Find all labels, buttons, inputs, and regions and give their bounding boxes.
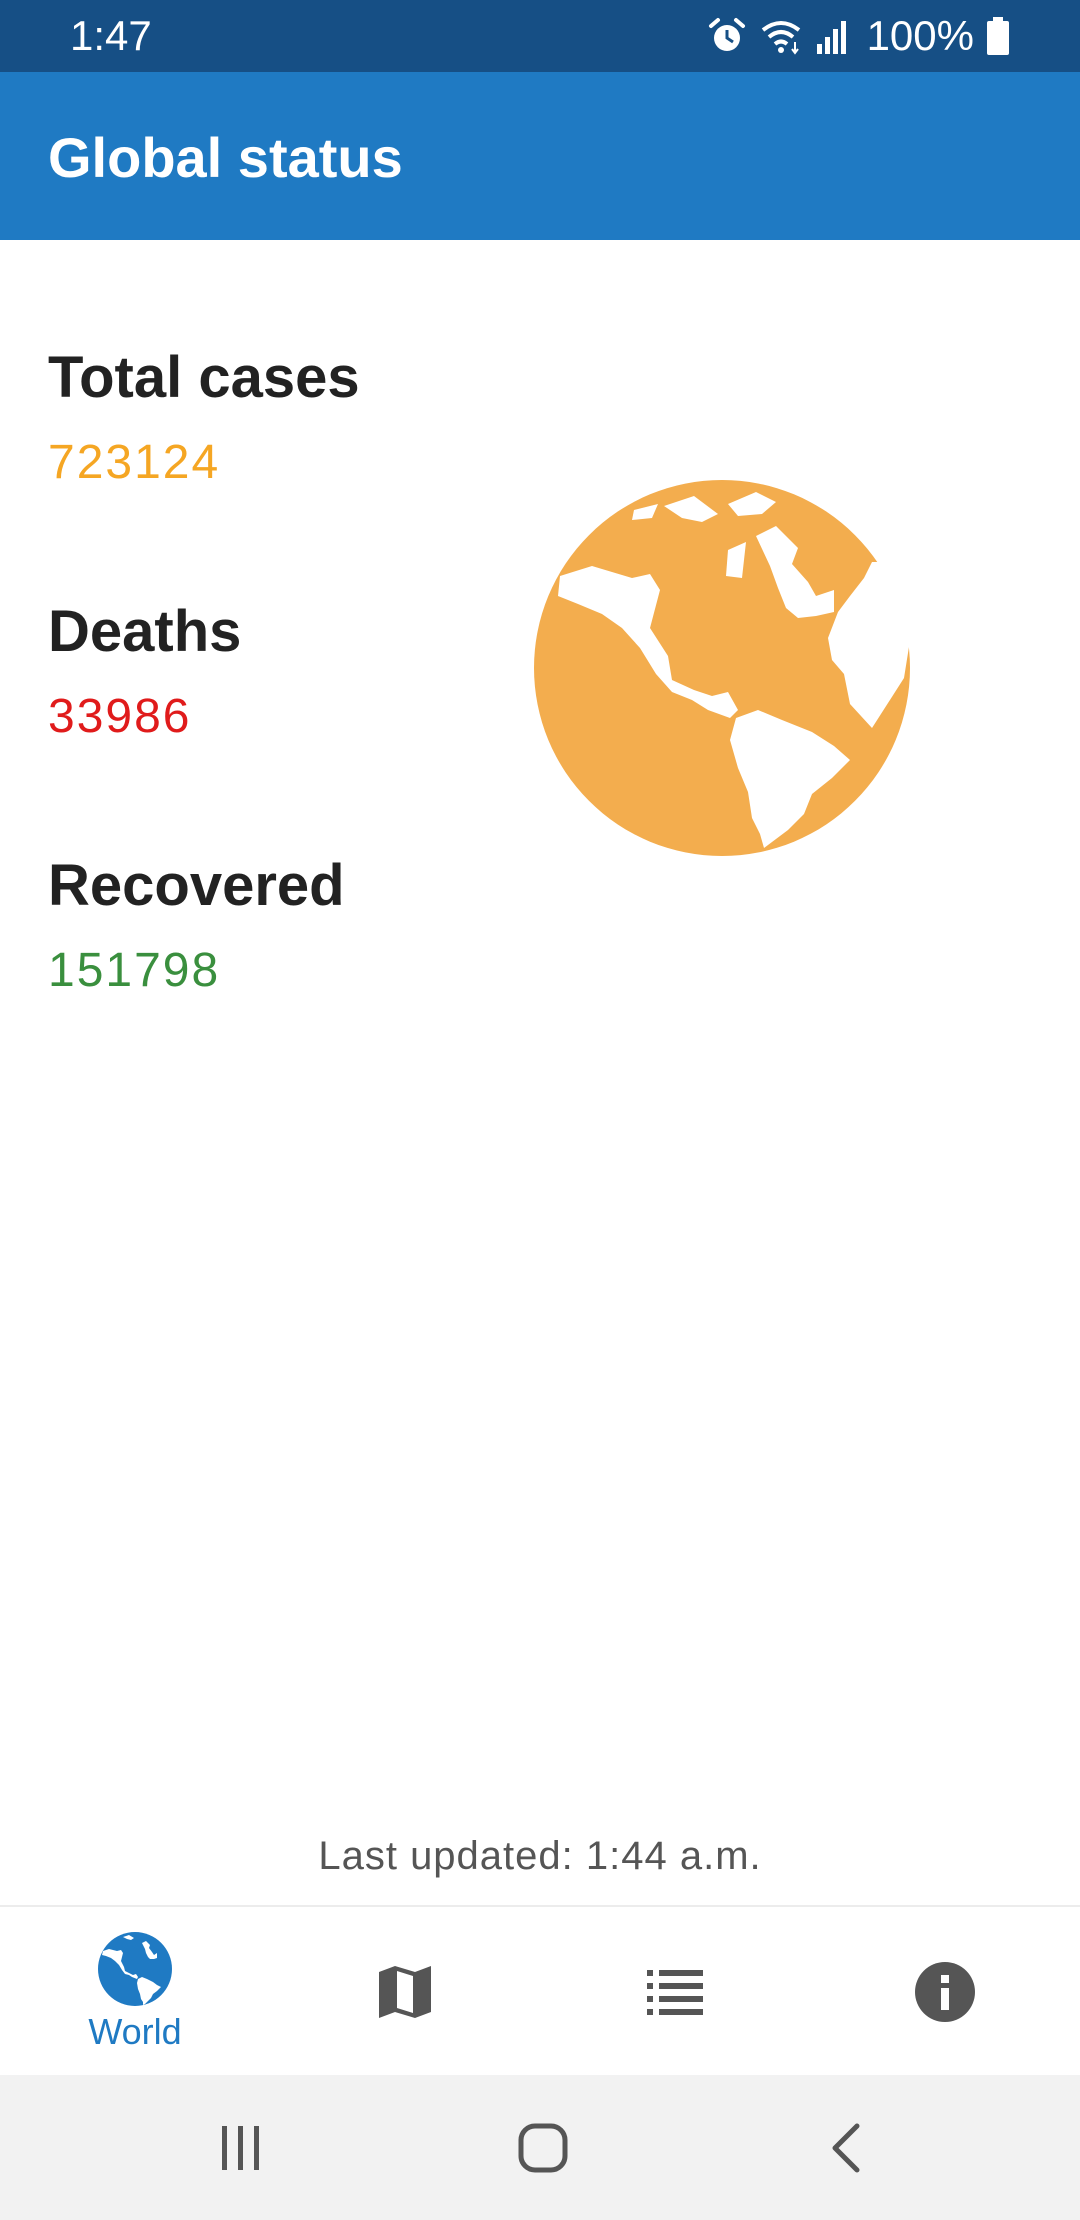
list-icon (647, 1970, 703, 2015)
nav-item-world[interactable]: World (0, 1907, 270, 2077)
deaths-label: Deaths (48, 599, 242, 664)
app-bar: Global status (0, 72, 1080, 240)
status-icons: 100% (707, 12, 1010, 60)
page-title: Global status (48, 126, 403, 189)
signal-icon (816, 21, 846, 54)
alarm-icon (708, 18, 745, 51)
status-bar: 1:47 100% (0, 0, 1080, 72)
deaths-value: 33986 (48, 690, 192, 743)
last-updated-text: Last updated: 1:44 a.m. (318, 1834, 762, 1878)
nav-item-info[interactable] (810, 1907, 1080, 2077)
nav-item-list[interactable] (540, 1907, 810, 2077)
home-button[interactable] (483, 2075, 603, 2220)
map-icon (379, 1966, 431, 2018)
total-cases-value: 723124 (48, 436, 221, 489)
globe-icon (98, 1932, 172, 2006)
recovered-label: Recovered (48, 853, 345, 918)
battery-icon (987, 17, 1009, 55)
home-icon (518, 2123, 568, 2172)
recent-apps-icon (222, 2125, 259, 2170)
globe-icon (534, 480, 912, 856)
nav-item-map[interactable] (270, 1907, 540, 2077)
recent-apps-button[interactable] (181, 2075, 301, 2220)
battery-percentage: 100% (866, 12, 974, 59)
status-time: 1:47 (70, 12, 152, 59)
back-icon (832, 2123, 860, 2172)
bottom-navigation: World (0, 1905, 1080, 2075)
info-icon (915, 1962, 975, 2022)
back-button[interactable] (785, 2075, 905, 2220)
nav-item-world-label: World (88, 2011, 182, 2052)
recovered-value: 151798 (48, 944, 221, 997)
total-cases-label: Total cases (48, 345, 360, 410)
wifi-icon (761, 21, 800, 55)
system-navigation-bar (0, 2075, 1080, 2220)
